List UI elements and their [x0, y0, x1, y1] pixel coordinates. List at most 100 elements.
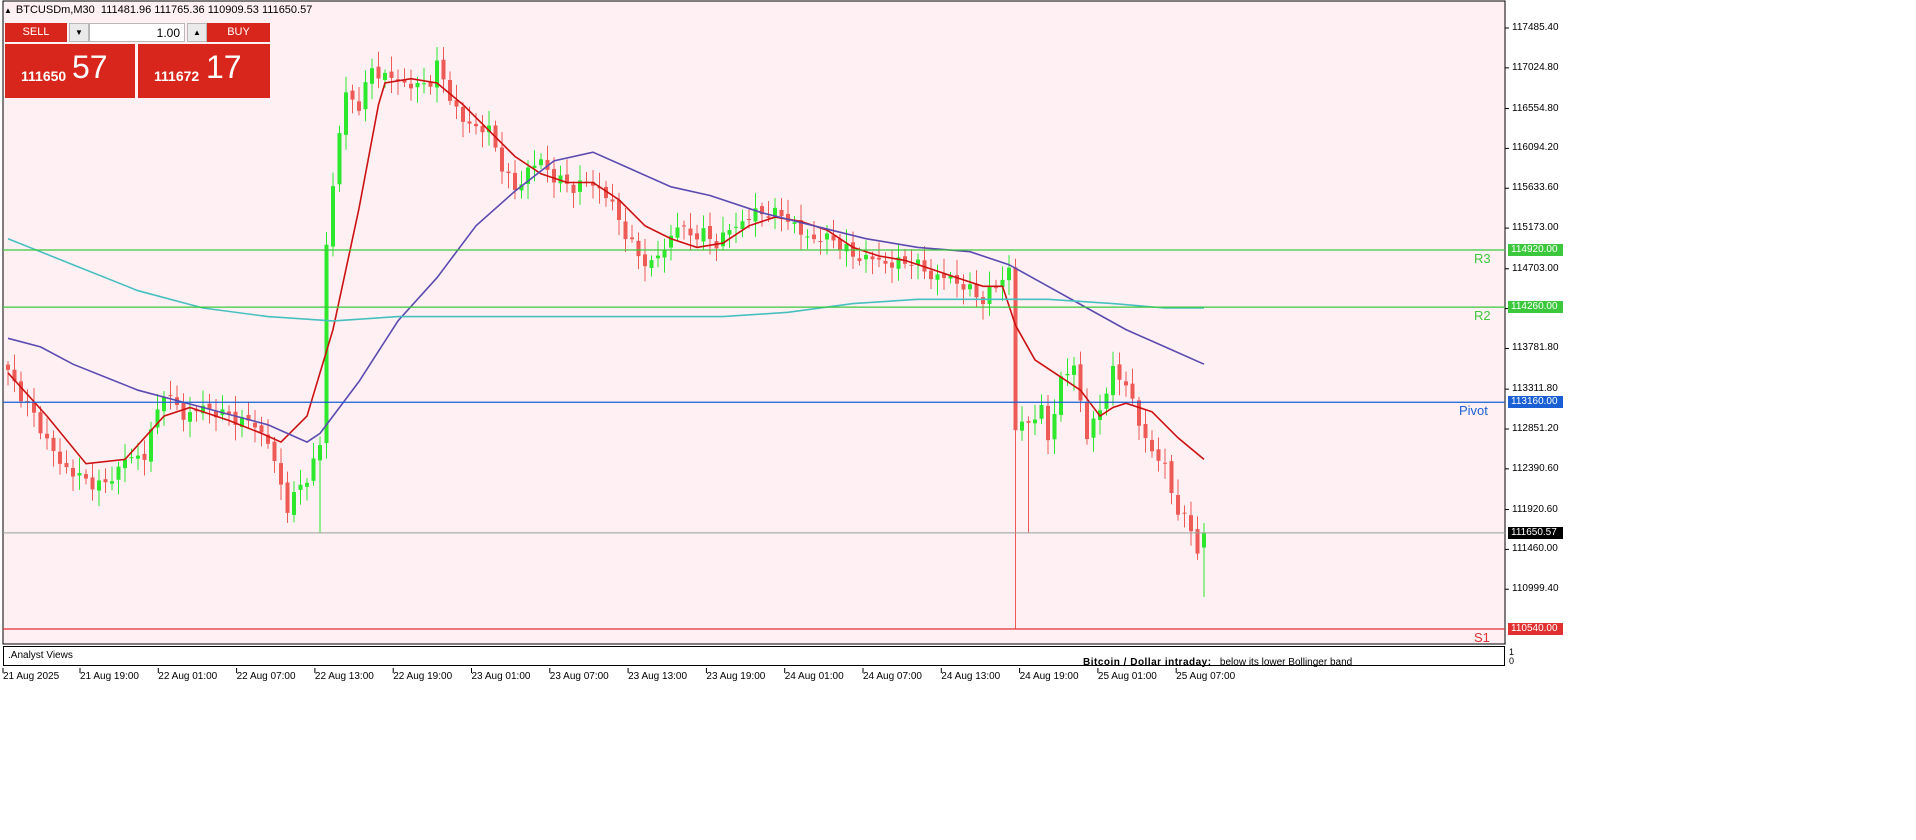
candle-body — [630, 237, 634, 240]
candle-body — [740, 221, 745, 229]
candle-body — [1039, 405, 1044, 419]
candle-body — [383, 72, 387, 80]
candle-body — [747, 219, 751, 221]
candle-body — [363, 82, 368, 110]
x-tick-label: 23 Aug 07:00 — [549, 671, 609, 682]
lot-size-input[interactable] — [89, 23, 185, 42]
candle-body — [1137, 400, 1141, 426]
candle-body — [643, 254, 647, 267]
candle-body — [253, 422, 257, 428]
candle-body — [38, 412, 43, 434]
y-tick-label: 111460.00 — [1512, 543, 1558, 555]
candle-body — [181, 402, 186, 420]
subwindow-scale-bottom: 0 — [1509, 656, 1515, 666]
bid-price-box[interactable]: 111650 57 — [5, 44, 135, 98]
candle-body — [1104, 393, 1109, 409]
candle-body — [285, 482, 290, 513]
y-tick-label: 117024.80 — [1512, 61, 1559, 73]
x-tick-label: 22 Aug 13:00 — [314, 671, 374, 682]
triangle-icon: ▲ — [4, 6, 12, 15]
candle-body — [259, 425, 264, 433]
candle-body — [415, 82, 420, 88]
candle-body — [1078, 364, 1083, 401]
candle-body — [636, 240, 641, 257]
y-tick-label: 116554.80 — [1512, 102, 1559, 114]
candle — [337, 125, 342, 192]
sell-button[interactable]: SELL — [5, 23, 67, 42]
candle-body — [883, 260, 888, 264]
candle-body — [149, 429, 153, 462]
candle-body — [1189, 515, 1193, 532]
candle-body — [188, 412, 192, 422]
price-chart[interactable] — [0, 0, 1916, 840]
candle-body — [467, 121, 472, 124]
buy-button[interactable]: BUY — [207, 23, 270, 42]
candle-body — [337, 133, 342, 185]
candle-body — [1163, 462, 1167, 464]
bid-price-pips: 57 — [72, 49, 108, 85]
candle-body — [480, 125, 485, 133]
candle-body — [695, 233, 699, 240]
candle-body — [688, 228, 693, 236]
candle-body — [1182, 512, 1187, 514]
chevron-down-icon[interactable]: ▼ — [69, 23, 89, 42]
candle-body — [1169, 461, 1174, 494]
bid-price-main: 111650 — [21, 68, 67, 84]
candle-body — [1052, 413, 1057, 440]
candle-body — [318, 445, 322, 461]
y-tick-label: 112390.60 — [1512, 462, 1559, 474]
candle-body — [123, 459, 127, 469]
candle-body — [19, 381, 23, 402]
x-tick-label: 22 Aug 19:00 — [393, 671, 453, 682]
candle-body — [1124, 381, 1128, 386]
level-price-label: 114920.00 — [1508, 243, 1563, 256]
x-tick-label: 25 Aug 07:00 — [1176, 671, 1236, 682]
candle-body — [675, 227, 680, 238]
candle-body — [311, 458, 316, 481]
level-name-r3: R3 — [1474, 250, 1491, 266]
candle-body — [1130, 383, 1135, 399]
candle-body — [539, 159, 543, 166]
candle-body — [90, 477, 95, 490]
candle-body — [818, 241, 823, 243]
x-tick-label: 24 Aug 13:00 — [941, 671, 1001, 682]
level-name-s1: S1 — [1474, 630, 1490, 645]
candle-body — [370, 68, 374, 84]
candle-body — [207, 403, 212, 409]
chevron-up-icon[interactable]: ▲ — [187, 23, 207, 42]
analyst-view-text: Bitcoin / Dollar intraday: below its low… — [1083, 657, 1352, 668]
candle-body — [890, 262, 894, 268]
candle-body — [1007, 267, 1011, 281]
one-click-trading-panel: SELL ▼ ▲ BUY 111650 57 111672 17 — [5, 23, 270, 98]
x-tick-label: 24 Aug 07:00 — [863, 671, 922, 682]
y-tick-label: 110999.40 — [1512, 583, 1559, 595]
candle-body — [870, 256, 875, 260]
candle-body — [103, 479, 108, 483]
candle-body — [955, 275, 959, 284]
ask-price-pips: 17 — [206, 49, 242, 85]
candle-body — [857, 258, 862, 261]
candle-body — [162, 396, 166, 412]
candle-body — [97, 480, 101, 491]
analyst-text: below its lower Bollinger band — [1219, 657, 1353, 668]
candle-body — [662, 249, 667, 258]
y-tick-label: 112851.20 — [1512, 423, 1559, 434]
chart-header: ▲ BTCUSDm,M30 111481.96 111765.36 110909.… — [4, 4, 312, 16]
candle-body — [77, 473, 82, 476]
chart-window: ▲ BTCUSDm,M30 111481.96 111765.36 110909.… — [0, 0, 1916, 840]
candle-body — [656, 255, 660, 259]
candle-body — [1111, 365, 1115, 396]
x-tick-label: 23 Aug 13:00 — [628, 671, 688, 682]
candle-body — [292, 491, 296, 515]
candle-body — [441, 59, 446, 80]
candle-body — [422, 83, 426, 85]
candle-body — [1176, 495, 1180, 515]
candle-body — [929, 270, 933, 280]
y-tick-label: 114703.00 — [1512, 262, 1559, 274]
ask-price-box[interactable]: 111672 17 — [138, 44, 270, 98]
level-name-r2: R2 — [1474, 308, 1491, 324]
candle-body — [71, 467, 75, 477]
current-price-label: 111650.57 — [1508, 526, 1563, 539]
candle-body — [64, 463, 69, 468]
candle-body — [734, 226, 738, 228]
